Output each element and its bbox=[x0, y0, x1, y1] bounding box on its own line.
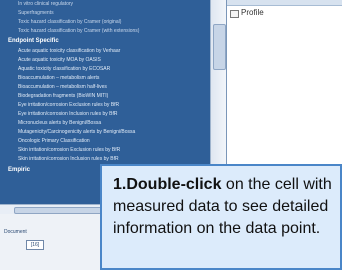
tree-item[interactable]: Acute aquatic toxicity MOA by OASIS bbox=[18, 56, 101, 65]
callout-text: 1.Double-click on the cell with measured… bbox=[113, 174, 339, 240]
tree-item[interactable]: Oncologic Primary Classification bbox=[18, 137, 90, 146]
tree-item[interactable]: Biodegradation fragments (BioWIN MITI) bbox=[18, 92, 108, 101]
tree-item[interactable]: Skin irritation/corrosion Exclusion rule… bbox=[18, 146, 120, 155]
tree-item[interactable]: Micronucleus alerts by Benigni/Bossa bbox=[18, 119, 101, 128]
tree-item[interactable]: Bioaccumulation – metabolism alerts bbox=[18, 74, 99, 83]
tree-group-empiric[interactable]: Empiric bbox=[8, 166, 30, 175]
instruction-callout: 1.Double-click on the cell with measured… bbox=[100, 164, 342, 270]
tree-item[interactable]: Skin irritation/corrosion Inclusion rule… bbox=[18, 155, 119, 164]
document-count-tag[interactable]: [16] bbox=[26, 240, 44, 250]
tree-item[interactable]: Acute aquatic toxicity classification by… bbox=[18, 47, 120, 56]
tree-item[interactable]: Bioaccumulation – metabolism half-lives bbox=[18, 83, 107, 92]
tree-item[interactable]: Mutagenicity/Carcinogenicity alerts by B… bbox=[18, 128, 135, 137]
scrollbar-thumb[interactable] bbox=[14, 207, 106, 214]
tree-item[interactable]: In vitro clinical regulatory bbox=[18, 0, 73, 9]
callout-bold-action: 1.Double-click bbox=[113, 176, 222, 193]
tree-item[interactable]: Toxic hazard classification by Cramer (o… bbox=[18, 18, 121, 27]
profile-row[interactable]: Profile bbox=[230, 8, 264, 18]
tree-item[interactable]: Superfragments bbox=[18, 9, 54, 18]
documents-node[interactable]: Document bbox=[4, 228, 27, 237]
tree-item[interactable]: Eye irritation/corrosion Inclusion rules… bbox=[18, 110, 118, 119]
tree-item[interactable]: Toxic hazard classification by Cramer (w… bbox=[18, 27, 139, 36]
scrollbar-thumb[interactable] bbox=[213, 24, 226, 70]
tree-item[interactable]: Aquatic toxicity classification by ECOSA… bbox=[18, 65, 110, 74]
panel-header-strip bbox=[227, 0, 342, 6]
tree-group-endpoint-specific[interactable]: Endpoint Specific bbox=[8, 37, 59, 46]
tree-item[interactable]: Eye irritation/corrosion Exclusion rules… bbox=[18, 101, 119, 110]
